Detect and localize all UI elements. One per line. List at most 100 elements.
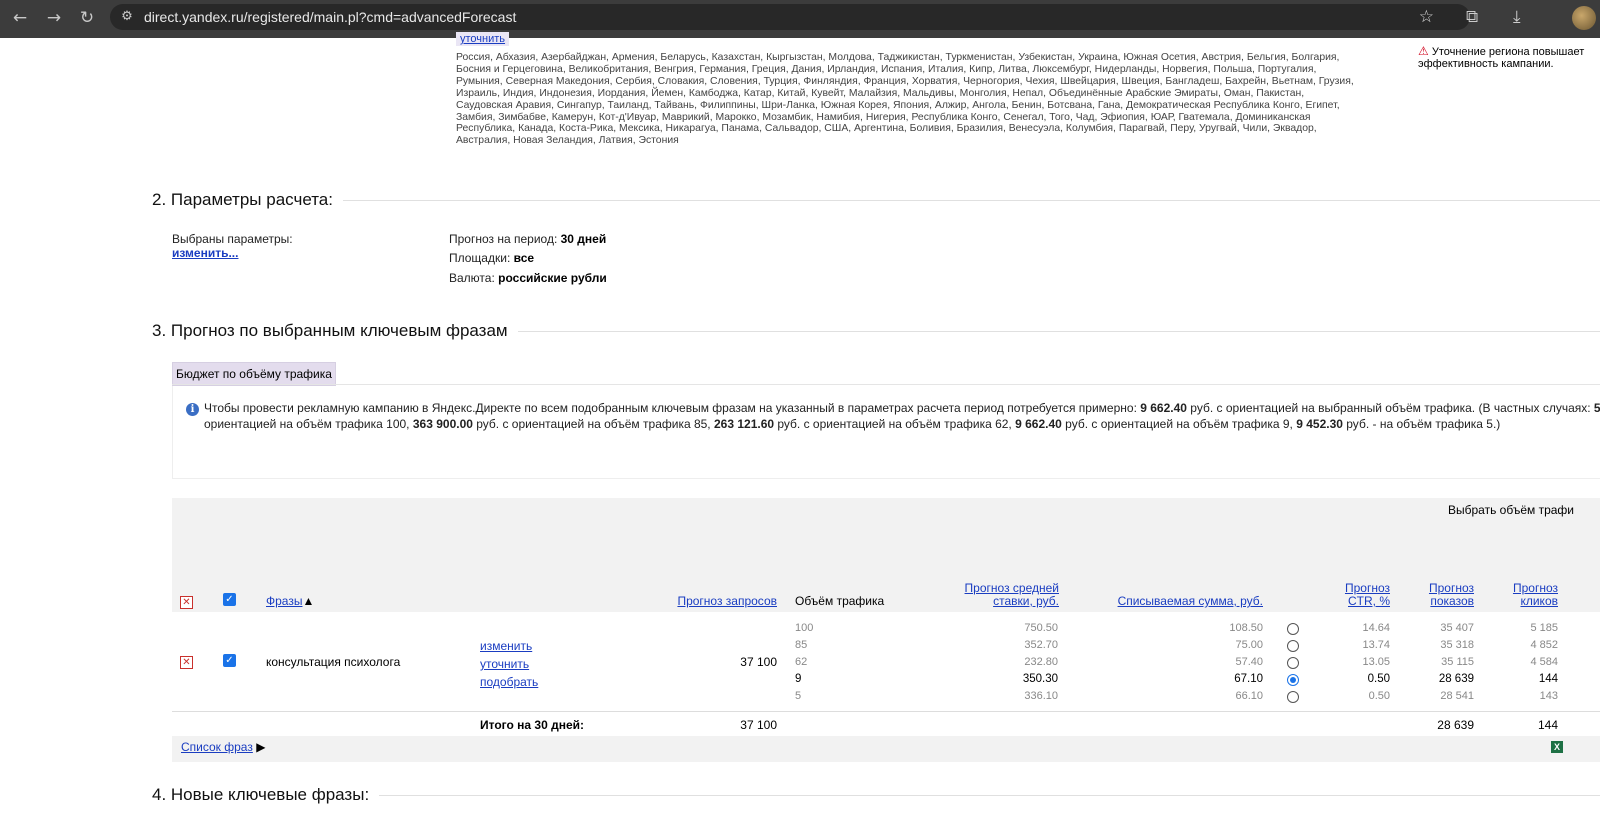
sort-asc-icon: ▲	[302, 594, 315, 608]
charge-value: 75.00	[1235, 639, 1263, 651]
shows-value: 35 407	[1440, 622, 1474, 634]
totals-label: Итого на 30 дней:	[480, 718, 585, 732]
phrase-text: консультация психолога	[266, 655, 401, 669]
traffic-radio[interactable]	[1287, 674, 1299, 686]
param-period-label: Прогноз на период:	[449, 232, 558, 246]
totals-clicks: 144	[1537, 718, 1558, 732]
shows-header[interactable]: Прогноз показов	[1404, 582, 1474, 608]
clicks-value: 144	[1538, 673, 1558, 685]
regions-refine-link[interactable]: уточнить	[456, 32, 510, 46]
site-settings-icon[interactable]: ⚙	[118, 8, 136, 26]
ctr-value: 14.64	[1362, 622, 1390, 634]
charge-value: 67.10	[1234, 673, 1263, 685]
phrase-list-link[interactable]: Список фраз	[181, 740, 253, 754]
phrases-header[interactable]: Фразы▲	[266, 595, 314, 608]
change-params-link[interactable]: изменить...	[172, 246, 238, 260]
delete-phrase-icon[interactable]: ✕	[180, 656, 193, 669]
param-period: Прогноз на период: 30 дней	[449, 232, 606, 246]
address-bar[interactable]: ⚙ direct.yandex.ru/registered/main.pl?cm…	[110, 4, 1470, 30]
avg-bid-value: 352.70	[1024, 639, 1058, 651]
ctr-value: 0.50	[1367, 673, 1390, 685]
section-divider	[342, 199, 1600, 201]
avg-bid-value: 232.80	[1024, 656, 1058, 668]
phrase-requests: 37 100	[740, 655, 777, 669]
reload-icon[interactable]: ↻	[77, 8, 97, 28]
traffic-radio[interactable]	[1287, 691, 1299, 703]
profile-avatar[interactable]	[1572, 6, 1596, 30]
selected-params-label: Выбраны параметры:	[172, 232, 293, 246]
ctr-value: 13.74	[1362, 639, 1390, 651]
clicks-value: 4 584	[1530, 656, 1558, 668]
charge-value: 108.50	[1229, 622, 1263, 634]
param-places-value: все	[513, 251, 535, 265]
shows-value: 28 639	[1438, 673, 1474, 685]
traffic-volume: 62	[795, 656, 808, 668]
row-separator	[172, 711, 1600, 712]
table-footer	[172, 736, 1600, 762]
totals-shows: 28 639	[1437, 718, 1474, 732]
ctr-value: 0.50	[1368, 690, 1390, 702]
section-divider	[517, 330, 1600, 332]
requests-header[interactable]: Прогноз запросов	[640, 595, 777, 608]
tab-underline	[172, 384, 1600, 385]
section-title: 3. Прогноз по выбранным ключевым фразам	[152, 321, 508, 340]
extensions-icon[interactable]: ⧉	[1466, 7, 1478, 27]
param-currency-label: Валюта:	[449, 271, 495, 285]
clicks-value: 143	[1539, 690, 1558, 702]
info-icon: i	[186, 403, 199, 416]
traffic-header: Объём трафика	[795, 594, 885, 608]
avg-bid-value: 336.10	[1024, 690, 1058, 702]
regions-list: Россия, Абхазия, Азербайджан, Армения, Б…	[456, 52, 1354, 147]
param-currency-value: российские рубли	[498, 271, 607, 285]
traffic-volume: 100	[795, 622, 814, 634]
section-divider	[379, 794, 1600, 796]
phrase-change-link[interactable]: изменить	[480, 640, 532, 653]
section-new-phrases: 4. Новые ключевые фразы:	[152, 785, 1600, 805]
phrase-checkbox[interactable]: ✓	[223, 654, 236, 667]
url-text[interactable]: direct.yandex.ru/registered/main.pl?cmd=…	[144, 9, 516, 25]
traffic-volume: 5	[795, 690, 802, 702]
forward-arrow-icon[interactable]: →	[44, 8, 64, 28]
budget-info-text: Чтобы провести рекламную кампанию в Янде…	[204, 401, 1600, 431]
region-warning-text: Уточнение региона повышает эффективность…	[1418, 46, 1585, 70]
param-places-label: Площадки:	[449, 251, 511, 265]
traffic-radio[interactable]	[1287, 623, 1299, 635]
avg-bid-value: 750.50	[1024, 622, 1058, 634]
clicks-header[interactable]: Прогноз кликов	[1488, 582, 1558, 608]
clicks-value: 4 852	[1530, 639, 1558, 651]
charge-value: 66.10	[1235, 690, 1263, 702]
ctr-header[interactable]: Прогноз CTR, %	[1320, 582, 1390, 608]
back-arrow-icon[interactable]: ←	[10, 8, 30, 28]
shows-value: 35 115	[1441, 656, 1474, 668]
traffic-radio[interactable]	[1287, 657, 1299, 669]
section-forecast: 3. Прогноз по выбранным ключевым фразам	[152, 321, 1600, 341]
excel-export-icon[interactable]: X	[1551, 741, 1563, 753]
section-title: 4. Новые ключевые фразы:	[152, 785, 370, 804]
param-currency: Валюта: российские рубли	[449, 271, 607, 285]
phrase-pick-link[interactable]: подобрать	[480, 676, 538, 689]
delete-all-icon[interactable]: ✕	[180, 596, 193, 609]
clicks-value: 5 185	[1530, 622, 1558, 634]
ctr-value: 13.05	[1362, 656, 1390, 668]
phrases-sort-link[interactable]: Фразы	[266, 594, 302, 608]
traffic-radio[interactable]	[1287, 640, 1299, 652]
tab-traffic-budget[interactable]: Бюджет по объёму трафика	[172, 362, 336, 386]
bookmark-star-icon[interactable]: ☆	[1419, 7, 1434, 27]
warning-icon: ⚠	[1418, 44, 1429, 58]
download-icon[interactable]: ⤓	[1513, 7, 1521, 27]
avg-bid-header[interactable]: Прогноз средней ставки, руб.	[930, 582, 1059, 608]
param-period-value: 30 дней	[560, 232, 607, 246]
traffic-volume: 9	[795, 673, 802, 685]
traffic-volume: 85	[795, 639, 808, 651]
phrase-list-toggle[interactable]: Список фраз ▶	[181, 741, 265, 754]
phrase-refine-link[interactable]: уточнить	[480, 658, 529, 671]
choose-traffic-label: Выбрать объём трафи	[1448, 503, 1574, 517]
select-all-checkbox[interactable]: ✓	[223, 593, 236, 606]
section-calc-params: 2. Параметры расчета:	[152, 190, 1600, 210]
charge-header[interactable]: Списываемая сумма, руб.	[1100, 595, 1263, 608]
avg-bid-value: 350.30	[1022, 673, 1058, 685]
charge-value: 57.40	[1235, 656, 1263, 668]
shows-value: 35 318	[1440, 639, 1474, 651]
param-places: Площадки: все	[449, 251, 534, 265]
shows-value: 28 541	[1440, 690, 1474, 702]
